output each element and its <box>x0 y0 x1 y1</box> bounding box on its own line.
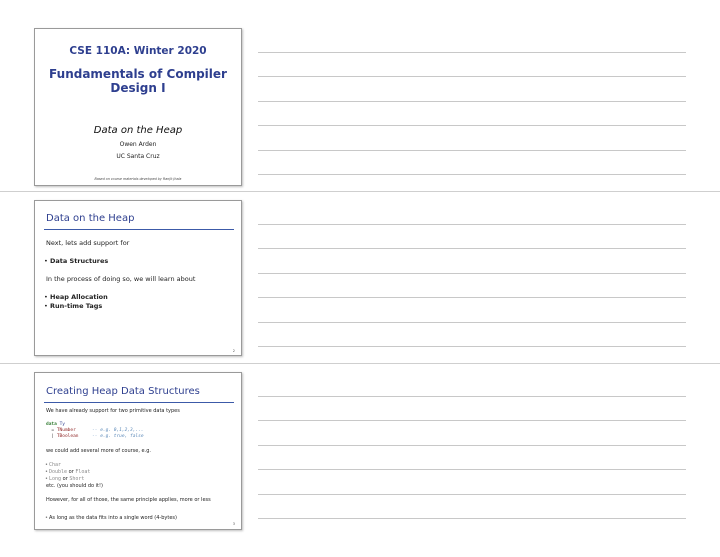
etc-text: etc. (you should do it!) <box>46 483 103 489</box>
note-line <box>258 297 686 298</box>
list-item: Char <box>45 462 62 468</box>
note-line <box>258 322 686 323</box>
bullet-item: Data Structures <box>44 257 108 265</box>
slide-2: Data on the Heap Next, lets add support … <box>34 200 242 356</box>
code-comment: -- e.g. true, false <box>92 434 144 439</box>
code-line: data Ty <box>46 422 65 427</box>
credit-line: Based on course materials developed by R… <box>94 177 182 181</box>
note-line <box>258 273 686 274</box>
slide-1: CSE 110A: Winter 2020 Fundamentals of Co… <box>34 28 242 186</box>
note-line <box>258 125 686 126</box>
or-text: or <box>68 469 74 475</box>
more-text: we could add several more of course, e.g… <box>46 448 151 454</box>
note-line <box>258 420 686 421</box>
school: UC Santa Cruz <box>116 153 160 160</box>
type-name: Short <box>69 476 85 482</box>
code-constructor: TNumber <box>56 428 76 433</box>
code-comment: -- e.g. 0,1,2,3,... <box>92 428 144 433</box>
however-text: However, for all of those, the same prin… <box>46 497 211 503</box>
code-keyword: data <box>46 422 57 427</box>
code-line: | TBoolean -- e.g. true, false <box>46 434 144 439</box>
note-line <box>258 396 686 397</box>
middle-text: In the process of doing so, we will lear… <box>46 275 196 283</box>
type-name: Double <box>49 469 68 475</box>
note-line <box>258 518 686 519</box>
page-divider <box>0 363 720 364</box>
type-name: Char <box>49 462 62 468</box>
lecture-title: Fundamentals of Compiler Design I <box>49 67 227 95</box>
slide-title: Creating Heap Data Structures <box>46 386 200 397</box>
note-line <box>258 494 686 495</box>
note-line <box>258 76 686 77</box>
page-divider <box>0 191 720 192</box>
title-rule <box>44 229 234 230</box>
list-item: Double or Float <box>45 469 91 475</box>
author: Owen Arden <box>119 141 157 148</box>
note-line <box>258 150 686 151</box>
intro-text: Next, lets add support for <box>46 239 130 247</box>
or-text: or <box>62 476 68 482</box>
page-number: 2 <box>232 349 235 353</box>
code-type: Ty <box>59 422 65 427</box>
lecture-subtitle: Data on the Heap <box>93 125 183 136</box>
note-line <box>258 224 686 225</box>
bullet-item: As long as the data fits into a single w… <box>45 515 177 521</box>
page-number: 3 <box>232 522 235 526</box>
code-line: = TNumber -- e.g. 0,1,2,3,... <box>46 428 144 433</box>
note-line <box>258 346 686 347</box>
note-line <box>258 101 686 102</box>
title-rule <box>44 402 234 403</box>
note-line <box>258 445 686 446</box>
code-constructor: TBoolean <box>56 434 79 439</box>
note-line <box>258 469 686 470</box>
slide-title: Data on the Heap <box>46 213 135 224</box>
note-line <box>258 248 686 249</box>
course-title: CSE 110A: Winter 2020 <box>69 45 207 57</box>
bullet-item: Heap Allocation <box>44 293 108 301</box>
type-name: Float <box>75 469 91 475</box>
list-item: Long or Short <box>45 476 85 482</box>
slide-3: Creating Heap Data Structures We have al… <box>34 372 242 530</box>
bullet-item: Run-time Tags <box>44 302 102 310</box>
type-name: Long <box>49 476 62 482</box>
note-line <box>258 52 686 53</box>
intro-text: We have already support for two primitiv… <box>46 408 180 414</box>
note-line <box>258 174 686 175</box>
